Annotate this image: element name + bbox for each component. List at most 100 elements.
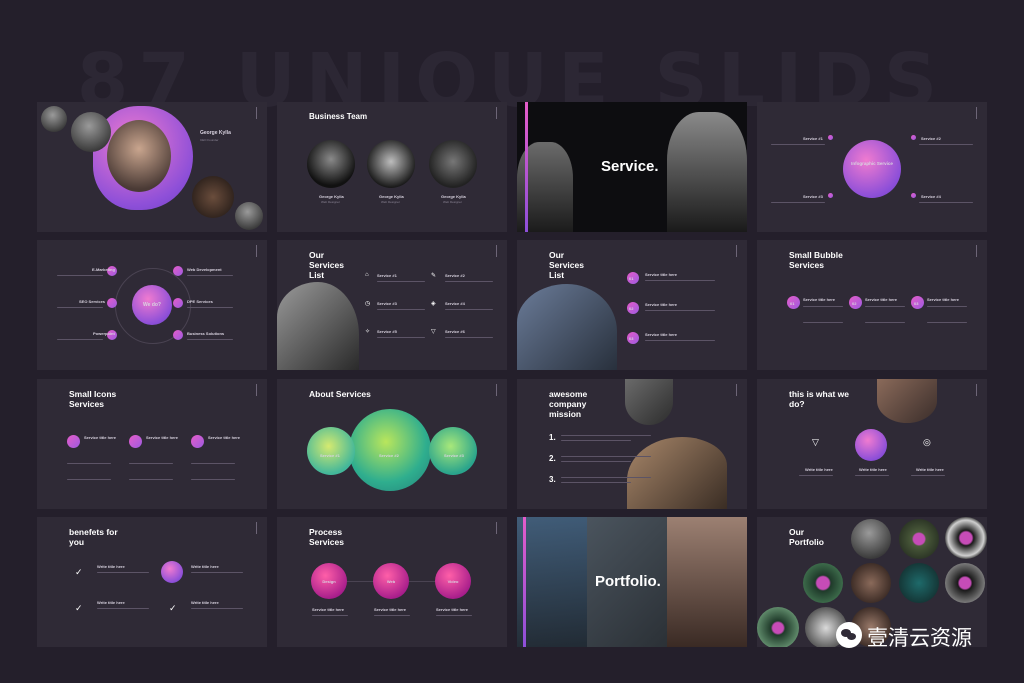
center-label: We do? [143, 302, 161, 308]
slide-title: Portfolio. [595, 573, 661, 590]
slide-company-mission[interactable]: awesome company mission 1. 2. 3. [517, 379, 747, 509]
member-name-2: George Kylla [379, 194, 404, 199]
about-circle-label-2: Service #2 [379, 453, 399, 458]
service-item-1: Service #1 [377, 273, 397, 278]
text-line [377, 281, 425, 282]
slide-title: this is what we do? [789, 389, 849, 409]
slide-services-list-2[interactable]: Our Services List 01 02 03 Service title… [517, 240, 747, 370]
watermark-text: 壹清云资源 [867, 626, 972, 650]
portfolio-photo-8 [757, 607, 799, 647]
what-item-3: Write title here [916, 467, 944, 472]
slide-title: About Services [309, 389, 371, 399]
slide-what-we-do[interactable]: this is what we do? ▽ ◎ Write title here… [757, 379, 987, 509]
about-circle-large [349, 409, 431, 491]
bubble-num-3: 03 [914, 301, 919, 306]
layers-icon [855, 429, 887, 461]
page-marker [976, 245, 980, 257]
pen-icon [67, 435, 80, 448]
text-line [187, 339, 233, 340]
process-service-2: Service title here [374, 607, 407, 612]
text-line [187, 307, 233, 308]
we-do-item-2: Web Development [187, 267, 222, 272]
friends-photo [235, 202, 263, 230]
portfolio-photo-6 [899, 563, 939, 603]
text-line [919, 144, 973, 145]
we-do-item-1: E-Marketing [92, 267, 115, 272]
text-line [129, 479, 173, 480]
text-line [129, 463, 173, 464]
slide-title: Our Services List [549, 250, 584, 280]
we-do-item-5: Powerpoint [93, 331, 115, 336]
slide-title: Small Icons Services [69, 389, 117, 409]
service-label-1: Service title here [645, 272, 678, 277]
slide-title: Our Portfolio [789, 527, 824, 547]
bubble-label-3: Service title here [927, 297, 960, 302]
we-do-item-3: SEO Services [79, 299, 106, 304]
slide-services-list[interactable]: Our Services List ⌂ ✎ ◷ ◈ ✧ ▽ Service #1… [277, 240, 507, 370]
we-do-item-4: DPE Services [187, 299, 213, 304]
about-circle-label-3: Service #3 [444, 453, 464, 458]
slide-service[interactable]: Service. [517, 102, 747, 232]
text-line [67, 463, 111, 464]
text-line [911, 475, 945, 476]
slide-small-icons-services[interactable]: Small Icons Services Service title here … [37, 379, 267, 509]
text-line [927, 306, 967, 307]
mission-num-2: 2. [549, 454, 556, 463]
woman-smiling-photo [667, 517, 747, 647]
text-line [187, 275, 233, 276]
shield-icon: ◈ [431, 301, 436, 307]
slide-benefits[interactable]: benefets for you ✓ ✓ ✓ Write title here … [37, 517, 267, 647]
globe-icon: ◎ [923, 437, 931, 447]
home-icon: ⌂ [365, 272, 369, 278]
team-photo-small [41, 106, 67, 132]
wechat-icon [836, 622, 862, 648]
mission-num-1: 1. [549, 433, 556, 442]
page-marker [736, 245, 740, 257]
text-line [561, 477, 651, 478]
dot [911, 135, 916, 140]
orbit-dot [107, 298, 117, 308]
portfolio-photo-4 [803, 563, 843, 603]
text-line [803, 322, 843, 323]
service-item-3: Service #3 [377, 301, 397, 306]
page-marker [496, 245, 500, 257]
clock-icon: ◷ [365, 301, 371, 307]
slide-small-bubble-services[interactable]: Small Bubble Services 01 02 03 Service t… [757, 240, 987, 370]
mission-photo-bottom [627, 437, 727, 509]
slide-title: Service. [601, 158, 659, 175]
slide-we-do[interactable]: We do? E-Marketing Web Development SEO S… [37, 240, 267, 370]
check-icon: ✓ [75, 603, 83, 613]
slide-profile[interactable]: George Kylla CEO Founder [37, 102, 267, 232]
member-role-1: Web Designer [321, 200, 340, 204]
process-step-1-label: Design [322, 579, 336, 584]
text-line [771, 202, 825, 203]
process-service-1: Service title here [312, 607, 345, 612]
slide-business-team[interactable]: Business Team George Kylla Web Designer … [277, 102, 507, 232]
member-photo-2 [367, 140, 415, 188]
accent-stripe [525, 102, 528, 232]
gear-icon [129, 435, 142, 448]
text-line [919, 202, 973, 203]
text-line [561, 440, 631, 441]
member-role-3: Web Designer [443, 200, 462, 204]
page-marker [496, 107, 500, 119]
bubble-num-2: 02 [852, 301, 857, 306]
dot [828, 193, 833, 198]
slide-infographic-service[interactable]: Infographic Service Service #1 Service #… [757, 102, 987, 232]
text-line [561, 435, 651, 436]
portfolio-photo-7 [945, 563, 985, 603]
mission-photo-top [625, 379, 673, 425]
slide-about-services[interactable]: About Services Service #1 Service #2 Ser… [277, 379, 507, 509]
slide-process-services[interactable]: Process Services Design Web Video Servic… [277, 517, 507, 647]
slide-portfolio[interactable]: Portfolio. [517, 517, 747, 647]
icon-service-2: Service title here [146, 435, 179, 440]
text-line [377, 309, 425, 310]
member-name-1: George Kylla [319, 194, 344, 199]
check-icon: ✓ [169, 603, 177, 613]
text-line [57, 275, 103, 276]
text-line [865, 306, 905, 307]
pen-icon: ✎ [431, 273, 437, 279]
benefit-2: Write title here [191, 564, 219, 569]
text-line [865, 322, 905, 323]
orbit-dot [173, 330, 183, 340]
